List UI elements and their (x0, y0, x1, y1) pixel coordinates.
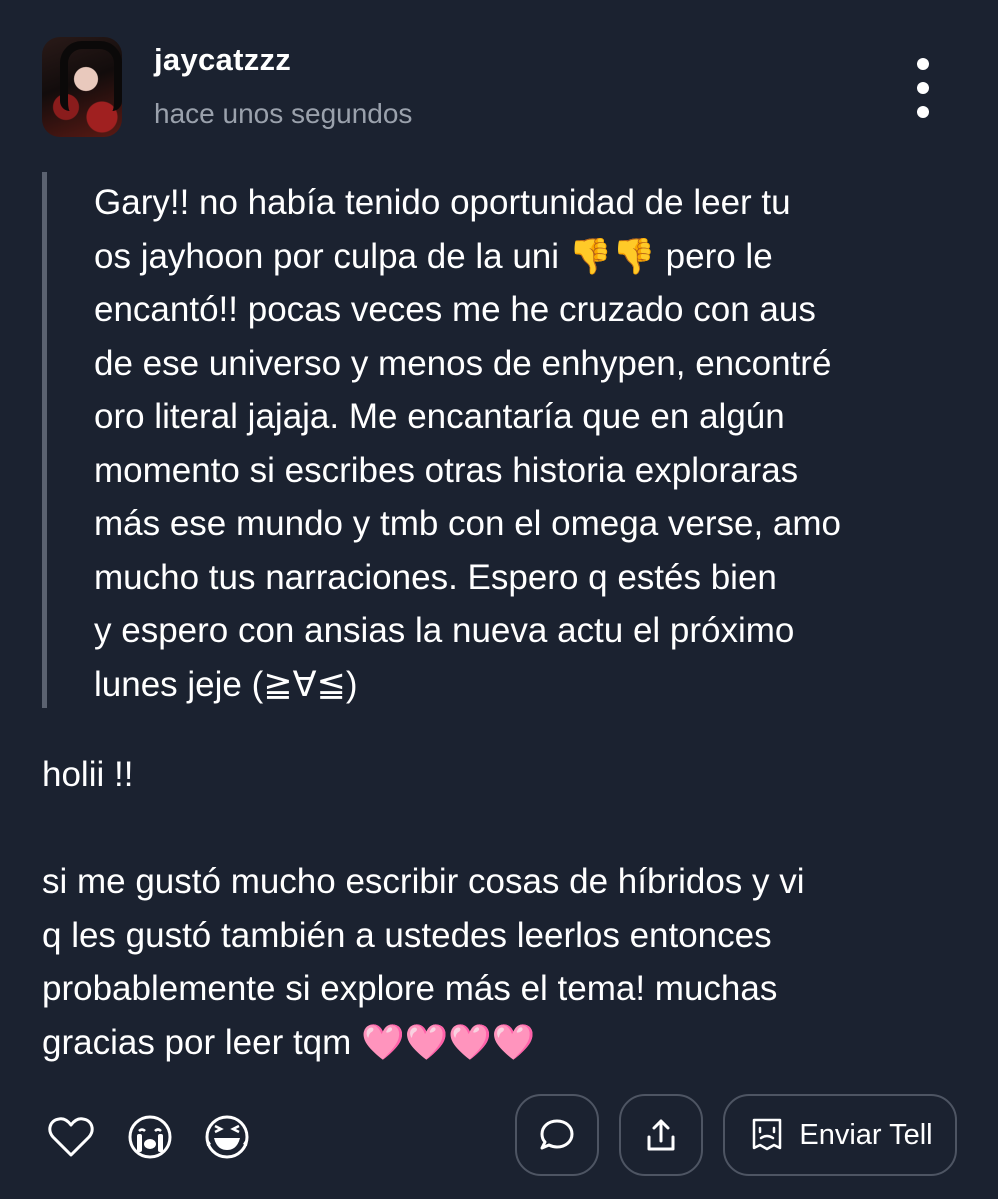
tell-icon (753, 1118, 782, 1151)
comment-button[interactable] (515, 1094, 599, 1176)
avatar[interactable] (42, 37, 122, 137)
send-tell-label: Enviar Tell (799, 1118, 933, 1151)
crying-face-icon[interactable] (125, 1112, 175, 1162)
heart-icon[interactable] (46, 1112, 96, 1162)
share-button[interactable] (619, 1094, 703, 1176)
more-options-icon[interactable] (906, 58, 940, 118)
username[interactable]: jaycatzzz (154, 42, 291, 78)
comment-icon (540, 1119, 574, 1150)
share-icon (647, 1119, 675, 1151)
quoted-comment: Gary!! no había tenido oportunidad de le… (42, 172, 927, 708)
send-tell-button[interactable]: Enviar Tell (723, 1094, 957, 1176)
quoted-comment-text: Gary!! no había tenido oportunidad de le… (94, 183, 842, 704)
reply-text: holii !! si me gustó mucho escribir cosa… (42, 755, 805, 1062)
post-timestamp: hace unos segundos (154, 98, 413, 129)
laughing-face-icon[interactable] (202, 1112, 252, 1162)
